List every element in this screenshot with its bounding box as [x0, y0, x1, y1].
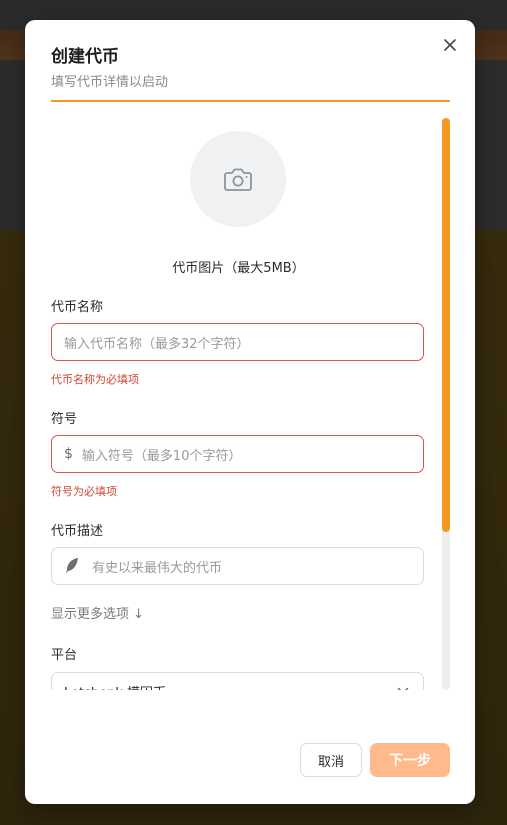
form-scroll-area[interactable]: 代币图片（最大5MB） 代币名称 输入代币名称（最多32个字符） 代币名称为必填… — [51, 115, 431, 690]
modal-title: 创建代币 — [51, 47, 119, 67]
create-token-modal: 创建代币 填写代币详情以启动 代币图片（最大5MB） 代币名称 输入代币名称（最… — [25, 20, 475, 804]
description-input[interactable]: 有史以来最伟大的代币 — [51, 547, 424, 585]
token-name-error: 代币名称为必填项 — [51, 373, 139, 386]
next-step-button[interactable]: 下一步 — [370, 743, 450, 777]
chevron-down-icon — [397, 687, 409, 690]
symbol-error: 符号为必填项 — [51, 485, 117, 498]
platform-select[interactable]: Letsbonk 模因币 — [51, 672, 424, 690]
form-scrollbar-thumb[interactable] — [442, 118, 450, 532]
symbol-input[interactable]: $ 输入符号（最多10个字符） — [51, 435, 424, 473]
cancel-button[interactable]: 取消 — [300, 743, 362, 777]
camera-icon — [224, 168, 252, 191]
upload-label: 代币图片（最大5MB） — [172, 261, 305, 276]
dollar-prefix: $ — [64, 446, 73, 462]
symbol-placeholder: 输入符号（最多10个字符） — [81, 448, 242, 464]
token-image-upload[interactable] — [190, 131, 286, 227]
platform-select-value: Letsbonk 模因币 — [64, 682, 166, 691]
feather-icon — [66, 558, 78, 574]
modal-subtitle: 填写代币详情以启动 — [51, 75, 169, 90]
token-name-placeholder: 输入代币名称（最多32个字符） — [64, 336, 250, 352]
platform-label: 平台 — [51, 648, 78, 663]
close-icon — [444, 39, 456, 51]
token-name-input[interactable]: 输入代币名称（最多32个字符） — [51, 323, 424, 361]
show-more-options-link[interactable]: 显示更多选项 ↓ — [51, 603, 144, 622]
token-name-label: 代币名称 — [51, 300, 104, 315]
close-button[interactable] — [439, 34, 461, 56]
description-placeholder: 有史以来最伟大的代币 — [92, 560, 223, 576]
header-divider — [51, 100, 450, 102]
description-label: 代币描述 — [51, 524, 104, 539]
symbol-label: 符号 — [51, 412, 78, 427]
form-scrollbar[interactable] — [442, 118, 450, 690]
